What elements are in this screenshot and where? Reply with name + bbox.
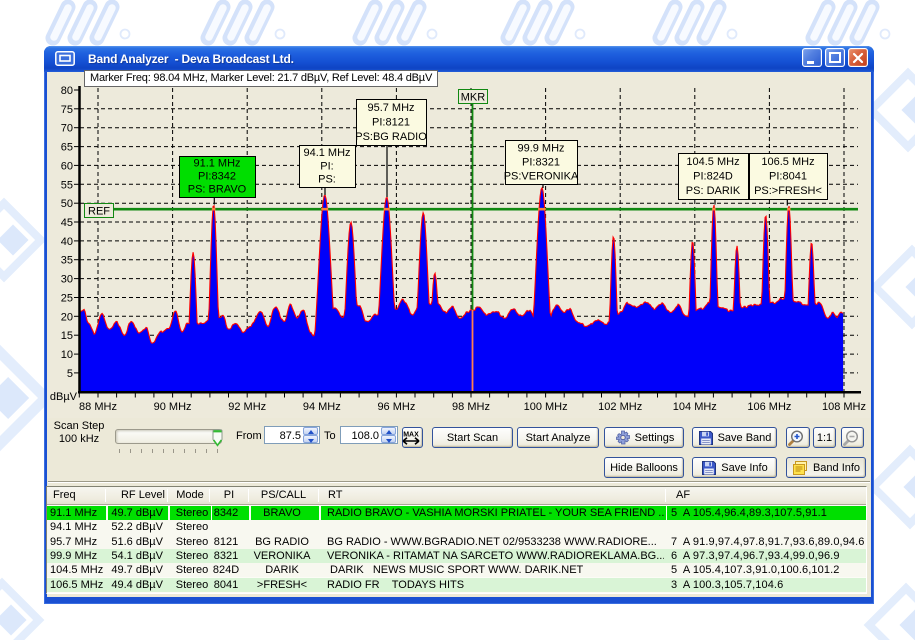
svg-text:50: 50: [61, 198, 73, 210]
svg-text:PI:824D: PI:824D: [693, 171, 733, 183]
svg-text:100 MHz: 100 MHz: [524, 401, 568, 413]
svg-text:60: 60: [61, 160, 73, 172]
svg-text:35: 35: [61, 255, 73, 267]
svg-text:94 MHz: 94 MHz: [303, 401, 341, 413]
svg-text:20: 20: [61, 311, 73, 323]
svg-text:REF: REF: [88, 206, 110, 218]
svg-text:PI:8321: PI:8321: [522, 156, 560, 168]
svg-text:MAX: MAX: [403, 432, 419, 439]
svg-text:65: 65: [61, 142, 73, 154]
svg-text:91.1 MHz: 91.1 MHz: [193, 158, 240, 170]
svg-text:98 MHz: 98 MHz: [452, 401, 490, 413]
svg-text:PS: DARIK: PS: DARIK: [686, 185, 741, 197]
svg-text:102 MHz: 102 MHz: [598, 401, 642, 413]
svg-text:96 MHz: 96 MHz: [377, 401, 415, 413]
svg-text:PS:VERONIKA: PS:VERONIKA: [504, 170, 579, 182]
svg-text:94.1 MHz: 94.1 MHz: [303, 147, 350, 159]
svg-text:PI:8342: PI:8342: [198, 171, 236, 183]
svg-text:88 MHz: 88 MHz: [79, 401, 117, 413]
svg-text:15: 15: [61, 330, 73, 342]
svg-text:PS:: PS:: [318, 174, 336, 186]
svg-text:80: 80: [61, 85, 73, 97]
svg-text:PI:8041: PI:8041: [769, 171, 807, 183]
svg-text:10: 10: [61, 349, 73, 361]
svg-text:106 MHz: 106 MHz: [747, 401, 791, 413]
svg-text:104.5 MHz: 104.5 MHz: [686, 156, 739, 168]
svg-text:PI:8121: PI:8121: [372, 117, 410, 129]
svg-text:30: 30: [61, 274, 73, 286]
svg-text:90 MHz: 90 MHz: [154, 401, 192, 413]
svg-text:45: 45: [61, 217, 73, 229]
svg-text:104 MHz: 104 MHz: [673, 401, 717, 413]
svg-text:PS:>FRESH<: PS:>FRESH<: [754, 185, 822, 197]
svg-text:5: 5: [67, 368, 73, 380]
svg-text:MKR: MKR: [461, 92, 486, 104]
svg-text:40: 40: [61, 236, 73, 248]
svg-text:PS: BRAVO: PS: BRAVO: [188, 184, 247, 196]
svg-text:95.7 MHz: 95.7 MHz: [367, 102, 414, 114]
svg-text:PI:: PI:: [320, 160, 333, 172]
svg-text:dBµV: dBµV: [50, 391, 78, 403]
svg-text:PS:BG RADIO: PS:BG RADIO: [355, 131, 427, 143]
svg-text:92 MHz: 92 MHz: [228, 401, 266, 413]
svg-text:106.5 MHz: 106.5 MHz: [761, 156, 814, 168]
svg-text:25: 25: [61, 293, 73, 305]
svg-text:99.9 MHz: 99.9 MHz: [517, 143, 564, 155]
svg-text:75: 75: [61, 104, 73, 116]
svg-text:55: 55: [61, 179, 73, 191]
svg-text:108 MHz: 108 MHz: [822, 401, 866, 413]
svg-text:70: 70: [61, 123, 73, 135]
